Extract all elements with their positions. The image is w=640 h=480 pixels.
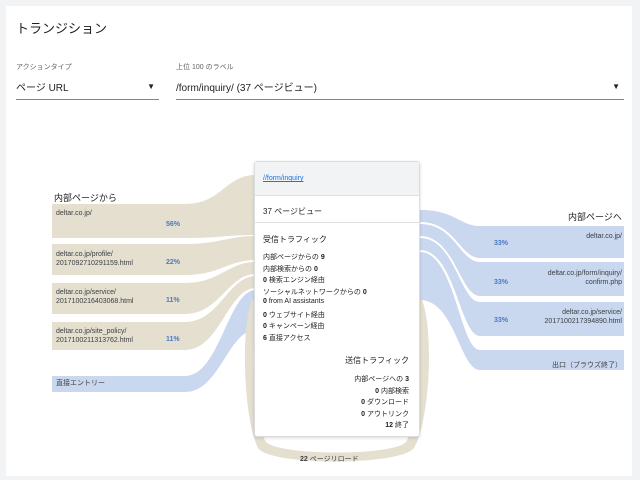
left-node-3[interactable]: deltar.co.jp/service/ 2017100216403068.h… bbox=[56, 288, 133, 306]
divider bbox=[255, 222, 419, 223]
node-url: deltar.co.jp/form/inquiry/ bbox=[547, 270, 622, 277]
outgoing-line: 0 ダウンロード bbox=[361, 399, 409, 406]
right-pct-1: 33% bbox=[494, 240, 509, 247]
node-url-2: 2017092710291159.html bbox=[56, 260, 133, 267]
outgoing-line: 0 内部検索 bbox=[375, 387, 409, 395]
node-url: deltar.co.jp/ bbox=[56, 210, 92, 217]
node-url-2: 2017100217394890.html bbox=[544, 318, 622, 325]
right-node-2[interactable]: deltar.co.jp/form/inquiry/ confirm.php bbox=[548, 269, 622, 287]
left-node-2[interactable]: deltar.co.jp/profile/ 2017092710291159.h… bbox=[56, 250, 133, 268]
node-url: deltar.co.jp/profile/ bbox=[56, 251, 113, 258]
node-url: deltar.co.jp/site_policy/ bbox=[56, 328, 127, 335]
flow-left-1[interactable] bbox=[52, 175, 256, 238]
outgoing-line: 12 終了 bbox=[385, 422, 409, 429]
incoming-line: 内部ページからの 9 bbox=[263, 254, 325, 261]
left-pct-2: 22% bbox=[166, 259, 181, 266]
left-pct-4: 11% bbox=[166, 336, 180, 343]
focal-page-header: //form/inquiry bbox=[255, 162, 419, 196]
incoming-line: 0 キャンペーン経由 bbox=[263, 323, 325, 330]
node-url: deltar.co.jp/ bbox=[586, 233, 622, 240]
page-reload-count: 22 ページリロード bbox=[300, 456, 359, 463]
left-heading: 内部ページから bbox=[54, 193, 117, 203]
right-node-3[interactable]: deltar.co.jp/service/ 2017100217394890.h… bbox=[545, 308, 622, 326]
incoming-line: 0 ウェブサイト経由 bbox=[263, 311, 325, 319]
incoming-title: 受信トラフィック bbox=[263, 235, 327, 244]
outgoing-line: 内部ページへの 3 bbox=[354, 376, 409, 383]
right-node-1[interactable]: deltar.co.jp/ bbox=[586, 232, 622, 241]
right-node-exit[interactable]: 出口（ブラウズ終了） bbox=[552, 361, 622, 370]
page-views: 37 ページビュー bbox=[263, 207, 322, 216]
incoming-line: 内部検索からの 0 bbox=[263, 265, 318, 273]
left-pct-1: 56% bbox=[166, 221, 181, 228]
outgoing-line: 0 アウトリンク bbox=[361, 410, 409, 418]
left-node-direct[interactable]: 直接エントリー bbox=[56, 379, 105, 388]
node-url: deltar.co.jp/service/ bbox=[562, 309, 622, 316]
incoming-line: 0 検索エンジン経由 bbox=[263, 277, 325, 284]
right-heading: 内部ページへ bbox=[568, 212, 622, 222]
right-pct-3: 33% bbox=[494, 317, 509, 324]
incoming-line: ソーシャルネットワークからの 0 bbox=[263, 288, 367, 296]
outgoing-title: 送信トラフィック bbox=[345, 356, 409, 365]
node-url-2: confirm.php bbox=[585, 279, 622, 286]
left-node-4[interactable]: deltar.co.jp/site_policy/ 20171002113137… bbox=[56, 327, 133, 345]
focal-page-link[interactable]: //form/inquiry bbox=[263, 175, 303, 182]
right-pct-2: 33% bbox=[494, 279, 509, 286]
node-url-2: 2017100216403068.html bbox=[56, 298, 134, 305]
node-url: deltar.co.jp/service/ bbox=[56, 289, 116, 296]
incoming-line: 0 from AI assistants bbox=[263, 298, 325, 305]
node-url-2: 2017100211313762.html bbox=[56, 337, 133, 344]
incoming-line: 6 直接アクセス bbox=[263, 334, 311, 342]
left-pct-3: 11% bbox=[166, 297, 180, 304]
focal-page-card: //form/inquiry 37 ページビュー 受信トラフィック 内部ページか… bbox=[254, 161, 420, 437]
left-node-1[interactable]: deltar.co.jp/ bbox=[56, 209, 92, 218]
